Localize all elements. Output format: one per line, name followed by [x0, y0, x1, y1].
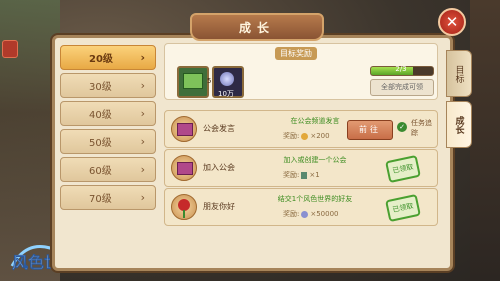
level-item-50[interactable]: 50级 › — [60, 129, 156, 154]
treasure-chest-icon — [171, 155, 197, 181]
task-description: 加入或创建一个公会 — [283, 156, 347, 164]
task-row: 朋友你好 结交1个风色世界的好友 奖励: ×50000 已领取 — [164, 188, 438, 226]
level-label: 70级 — [89, 194, 112, 205]
chevron-right-icon: › — [140, 107, 145, 120]
title-bar: 成长 — [190, 13, 324, 41]
chevron-right-icon: › — [140, 135, 145, 148]
level-label: 20级 — [89, 54, 113, 65]
claim-all-button[interactable]: 全部完成可领 — [370, 79, 434, 96]
green-item-icon[interactable] — [177, 66, 209, 98]
level-label: 50级 — [89, 138, 112, 149]
close-button[interactable]: ✕ — [438, 8, 466, 36]
claimed-stamp: 已领取 — [385, 154, 421, 184]
go-button[interactable]: 前往 — [347, 120, 393, 140]
task-reward: 奖励: ×1 — [283, 171, 320, 179]
reward-count: 10万 — [218, 90, 234, 98]
task-name: 朋友你好 — [203, 202, 235, 211]
task-name: 加入公会 — [203, 163, 235, 172]
orb-icon — [301, 210, 309, 218]
tab-growth[interactable]: 成长 — [446, 101, 472, 148]
chevron-right-icon: › — [140, 51, 145, 64]
task-description: 结交1个风色世界的好友 — [277, 195, 353, 203]
bag-icon — [301, 171, 308, 179]
chevron-right-icon: › — [140, 79, 145, 92]
level-label: 60级 — [89, 166, 112, 177]
chevron-right-icon: › — [140, 163, 145, 176]
task-row: 公会发言 在公会频道发言 奖励: ×200 前往 ✓ 任务追踪 — [164, 110, 438, 148]
sound-icon[interactable] — [2, 40, 18, 58]
coin-icon — [301, 132, 309, 140]
chevron-right-icon: › — [140, 191, 145, 204]
level-item-70[interactable]: 70级 › — [60, 185, 156, 210]
side-tabs: 目标 成长 — [446, 50, 472, 152]
treasure-chest-icon — [171, 116, 197, 142]
checkmark-icon[interactable]: ✓ — [397, 122, 407, 132]
claimed-stamp: 已领取 — [385, 193, 421, 223]
level-label: 30级 — [89, 82, 112, 93]
window-title: 成长 — [238, 20, 275, 35]
task-name: 公会发言 — [203, 124, 235, 133]
reward-count: 5 — [207, 77, 212, 85]
rose-icon — [171, 194, 197, 220]
level-item-30[interactable]: 30级 › — [60, 73, 156, 98]
goal-title: 目标奖励 — [275, 47, 317, 60]
level-item-40[interactable]: 40级 › — [60, 101, 156, 126]
tab-goal[interactable]: 目标 — [446, 50, 472, 97]
task-track-label[interactable]: 任务追踪 — [411, 118, 433, 138]
level-item-20[interactable]: 20级 › — [60, 45, 156, 70]
task-reward: 奖励: ×50000 — [283, 210, 339, 218]
level-label: 40级 — [89, 110, 112, 121]
level-item-60[interactable]: 60级 › — [60, 157, 156, 182]
background-right-scene — [470, 0, 500, 281]
task-reward: 奖励: ×200 — [283, 132, 330, 140]
goal-progress-text: 2/3 — [395, 65, 407, 73]
task-row: 加入公会 加入或创建一个公会 奖励: ×1 已领取 — [164, 149, 438, 187]
level-list: 20级 › 30级 › 40级 › 50级 › 60级 › 70级 › — [60, 45, 156, 213]
